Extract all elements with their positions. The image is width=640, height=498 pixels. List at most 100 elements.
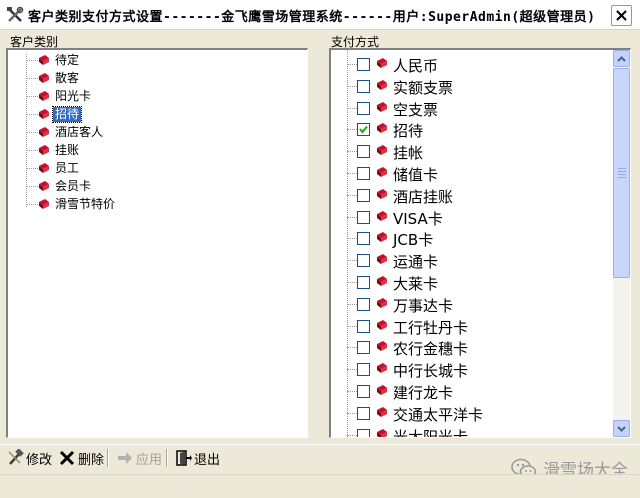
exit-button[interactable]: 退出: [174, 447, 220, 469]
payment-method-label: 挂帐: [393, 144, 424, 163]
exit-label: 退出: [194, 452, 221, 468]
book-icon: [376, 362, 388, 374]
payment-method-checkbox[interactable]: [357, 341, 370, 355]
payment-method-item[interactable]: 空支票: [331, 98, 611, 120]
close-icon: [616, 10, 627, 21]
scroll-down-button[interactable]: [613, 420, 630, 437]
payment-method-item[interactable]: 实额支票: [331, 76, 611, 98]
scroll-thumb[interactable]: [613, 68, 630, 278]
tree-item[interactable]: 阳光卡: [8, 88, 288, 106]
tree-item-label: 散客: [55, 71, 80, 85]
customer-category-tree[interactable]: 待定 散客 阳光卡 招待 酒店客人 挂账 员工 会员卡 滑雪节特价: [6, 48, 308, 438]
payment-method-item[interactable]: 中行长城卡: [331, 359, 611, 381]
payment-method-checkbox[interactable]: [357, 188, 370, 202]
payment-method-checkbox[interactable]: [357, 319, 370, 333]
window-title: 客户类别支付方式设置-------金飞鹰雪场管理系统------用户:Super…: [28, 10, 596, 25]
book-icon: [376, 144, 388, 156]
payment-method-checkbox[interactable]: [357, 297, 370, 311]
payment-method-label: 招待: [393, 122, 424, 141]
payment-method-label: 光大阳光卡: [393, 427, 469, 438]
exit-door-icon: [176, 450, 192, 466]
tree-item-label: 滑雪节特价: [55, 197, 116, 211]
payment-method-item[interactable]: 招待: [331, 119, 611, 141]
arrow-down-icon: [617, 425, 626, 432]
tree-item[interactable]: 滑雪节特价: [8, 196, 288, 214]
book-icon: [38, 126, 50, 138]
book-icon: [38, 72, 50, 84]
book-icon: [38, 180, 50, 192]
payment-method-checkbox[interactable]: [357, 101, 370, 115]
payment-method-label: 交通太平洋卡: [393, 405, 484, 424]
tree-item[interactable]: 招待: [8, 106, 288, 124]
modify-button[interactable]: 修改: [6, 447, 52, 469]
payment-method-checkbox[interactable]: [357, 58, 370, 71]
book-icon: [376, 428, 388, 437]
payment-method-item[interactable]: 建行龙卡: [331, 381, 611, 403]
payment-method-item[interactable]: 运通卡: [331, 250, 611, 272]
payment-method-checkbox[interactable]: [357, 145, 370, 159]
payment-method-item[interactable]: 万事达卡: [331, 294, 611, 316]
book-icon: [38, 198, 50, 210]
payment-method-item[interactable]: 储值卡: [331, 163, 611, 185]
payment-method-checkbox[interactable]: [357, 167, 370, 180]
payment-method-checkbox[interactable]: [357, 232, 370, 246]
check-icon: [359, 126, 368, 134]
book-icon: [38, 162, 50, 174]
payment-method-checkbox[interactable]: [357, 210, 370, 224]
payment-method-checkbox[interactable]: [357, 79, 370, 93]
tree-item[interactable]: 散客: [8, 70, 288, 88]
payment-method-item[interactable]: VISA卡: [331, 207, 611, 229]
payment-method-label: 中行长城卡: [393, 362, 469, 381]
book-icon: [376, 275, 388, 287]
tree-item-label: 会员卡: [55, 179, 92, 193]
close-button[interactable]: [611, 5, 632, 26]
payment-method-checkbox[interactable]: [357, 428, 370, 437]
book-icon: [38, 144, 50, 156]
delete-x-icon: [59, 450, 75, 466]
payment-method-item[interactable]: 交通太平洋卡: [331, 403, 611, 425]
payment-method-item[interactable]: 光大阳光卡: [331, 425, 611, 438]
book-icon: [38, 90, 50, 102]
vertical-scrollbar[interactable]: [613, 50, 630, 437]
book-icon: [376, 384, 388, 396]
payment-method-list[interactable]: 人民币 实额支票 空支票 招待 挂帐 储值卡 酒店挂账 VISA卡 JCB卡 运…: [329, 48, 631, 438]
status-bar: [0, 474, 640, 498]
book-icon: [376, 79, 388, 91]
tree-item[interactable]: 挂账: [8, 142, 288, 160]
book-icon: [376, 101, 388, 113]
delete-button[interactable]: 删除: [58, 447, 104, 469]
payment-method-label: 酒店挂账: [393, 187, 454, 206]
book-icon: [376, 406, 388, 418]
payment-method-checkbox[interactable]: [357, 276, 370, 289]
tree-item[interactable]: 会员卡: [8, 178, 288, 196]
tree-item[interactable]: 员工: [8, 160, 288, 178]
tree-item[interactable]: 酒店客人: [8, 124, 288, 142]
book-icon: [38, 54, 50, 66]
book-icon: [376, 188, 388, 200]
payment-method-item[interactable]: 酒店挂账: [331, 185, 611, 207]
payment-method-label: 运通卡: [393, 253, 439, 272]
payment-method-checkbox[interactable]: [357, 123, 370, 137]
payment-method-checkbox[interactable]: [357, 385, 370, 398]
payment-method-item[interactable]: 挂帐: [331, 141, 611, 163]
payment-method-item[interactable]: 工行牡丹卡: [331, 316, 611, 338]
payment-method-item[interactable]: 人民币: [331, 54, 611, 76]
arrow-up-icon: [617, 55, 626, 62]
book-icon: [376, 297, 388, 309]
payment-method-checkbox[interactable]: [357, 363, 370, 377]
payment-method-label: 实额支票: [393, 78, 454, 97]
book-icon: [376, 340, 388, 352]
payment-method-item[interactable]: JCB卡: [331, 228, 611, 250]
payment-method-checkbox[interactable]: [357, 406, 370, 420]
apply-button[interactable]: 应用: [116, 447, 162, 469]
payment-method-label: 万事达卡: [393, 296, 454, 315]
payment-method-item[interactable]: 大莱卡: [331, 272, 611, 294]
payment-method-label: VISA卡: [393, 209, 443, 228]
scroll-up-button[interactable]: [613, 50, 630, 67]
payment-method-item[interactable]: 农行金穗卡: [331, 337, 611, 359]
payment-method-checkbox[interactable]: [357, 254, 370, 268]
payment-method-label: 工行牡丹卡: [393, 318, 469, 337]
tree-item[interactable]: 待定: [8, 52, 288, 70]
title-bar[interactable]: 客户类别支付方式设置-------金飞鹰雪场管理系统------用户:Super…: [0, 0, 640, 30]
arrow-right-icon: [118, 452, 132, 464]
